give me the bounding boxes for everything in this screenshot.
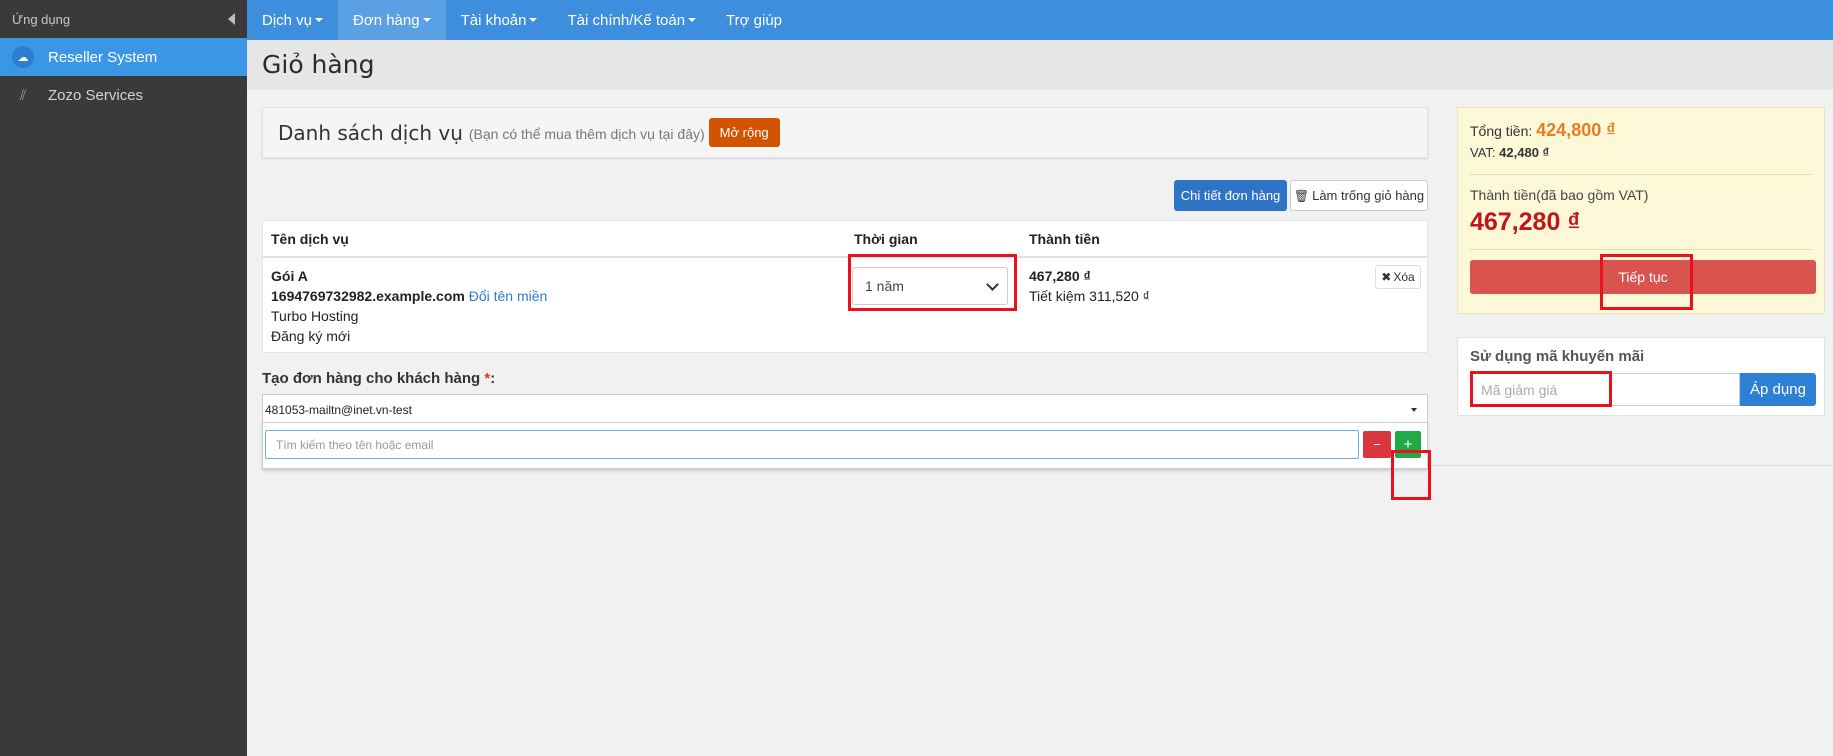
promo-title: Sử dụng mã khuyến mãi <box>1470 348 1645 365</box>
total-label: Tổng tiền: <box>1470 123 1533 139</box>
apply-promo-button[interactable]: Áp dụng <box>1740 373 1816 406</box>
nav-label: Dịch vụ <box>262 11 313 29</box>
header-service-name: Tên dịch vụ <box>271 231 349 247</box>
sidebar-item-reseller-system[interactable]: ☁ Reseller System <box>0 38 247 76</box>
summary-divider <box>1470 249 1812 250</box>
item-price: 467,280 ₫ <box>1029 268 1091 284</box>
header-amount: Thành tiền <box>1029 231 1100 247</box>
vat-label: VAT: <box>1470 145 1496 160</box>
sidebar: Ứng dụng ☁ Reseller System ⫽ Zozo Servic… <box>0 0 247 756</box>
cloud-icon: ☁ <box>12 46 34 68</box>
item-savings: Tiết kiệm 311,520 ₫ <box>1029 288 1150 304</box>
empty-cart-button[interactable]: 🗑 Làm trống giỏ hàng <box>1290 180 1428 211</box>
vat-row: VAT: 42,480 ₫ <box>1470 145 1549 160</box>
order-detail-button[interactable]: Chi tiết đơn hàng <box>1174 180 1287 211</box>
label-colon: : <box>490 370 496 387</box>
customer-select[interactable]: 481053-mailtn@inet.vn-test <box>262 394 1428 422</box>
divider-line <box>1430 465 1833 466</box>
services-title: Danh sách dịch vụ <box>278 120 463 145</box>
caret-down-icon <box>529 18 538 22</box>
cart-table: Tên dịch vụ Thời gian Thành tiền Gói A 1… <box>262 220 1428 353</box>
table-header: Tên dịch vụ Thời gian Thành tiền <box>263 221 1427 258</box>
total-row: Tổng tiền: 424,800 ₫ <box>1470 120 1615 141</box>
header-period: Thời gian <box>854 231 918 247</box>
remove-item-button[interactable]: ✖ Xóa <box>1375 265 1421 289</box>
nav-help[interactable]: Trợ giúp <box>711 0 797 40</box>
services-subtitle: (Bạn có thể mua thêm dịch vụ tại đây) <box>468 126 705 142</box>
nav-services[interactable]: Dịch vụ <box>247 0 338 40</box>
final-label: Thành tiền(đã bao gồm VAT) <box>1470 187 1649 203</box>
trash-icon: 🗑 <box>1293 188 1310 203</box>
promo-code-input[interactable] <box>1470 373 1740 406</box>
package-name: Gói A <box>271 268 308 284</box>
services-panel: Danh sách dịch vụ (Bạn có thể mua thêm d… <box>262 107 1428 158</box>
sidebar-item-label: Zozo Services <box>48 86 144 104</box>
nav-label: Trợ giúp <box>726 11 783 29</box>
order-summary: Tổng tiền: 424,800 ₫ VAT: 42,480 ₫ Thành… <box>1457 107 1825 314</box>
page-title: Giỏ hàng <box>262 50 375 79</box>
customer-selected-value: 481053-mailtn@inet.vn-test <box>265 403 412 417</box>
final-value: 467,280 ₫ <box>1470 208 1581 236</box>
nav-label: Đơn hàng <box>353 11 420 29</box>
caret-down-icon <box>422 18 431 22</box>
domain-line: 1694769732982.example.com Đổi tên miền <box>271 286 547 306</box>
remove-label: Xóa <box>1393 270 1415 284</box>
remove-customer-button[interactable]: − <box>1363 431 1391 458</box>
summary-divider <box>1470 174 1812 175</box>
nav-orders[interactable]: Đơn hàng <box>338 0 446 40</box>
promo-panel: Sử dụng mã khuyến mãi Áp dụng <box>1457 337 1825 416</box>
add-customer-button[interactable]: + <box>1395 431 1421 458</box>
nav-account[interactable]: Tài khoản <box>446 0 553 40</box>
customer-label-text: Tạo đơn hàng cho khách hàng <box>262 370 481 387</box>
collapse-icon[interactable] <box>228 13 235 25</box>
caret-down-icon <box>688 18 697 22</box>
period-select[interactable]: 1 năm <box>852 267 1008 305</box>
sidebar-title: Ứng dụng <box>12 11 71 27</box>
title-bar: Giỏ hàng <box>247 40 1833 90</box>
expand-button[interactable]: Mở rộng <box>708 118 780 147</box>
top-nav: Dịch vụ Đơn hàng Tài khoản Tài chính/Kế … <box>247 0 1833 40</box>
product-name: Turbo Hosting <box>271 308 359 324</box>
sidebar-header: Ứng dụng <box>0 0 247 38</box>
rename-domain-link[interactable]: Đổi tên miền <box>469 288 548 304</box>
caret-down-icon <box>1411 408 1417 412</box>
domain-name: 1694769732982.example.com <box>271 288 465 304</box>
close-icon: ✖ <box>1381 270 1392 284</box>
registration-type: Đăng ký mới <box>271 328 351 344</box>
chevron-down-icon <box>986 278 999 291</box>
zozo-icon: ⫽ <box>19 86 27 103</box>
sidebar-item-label: Reseller System <box>48 48 158 66</box>
total-value: 424,800 ₫ <box>1536 120 1616 140</box>
caret-down-icon <box>315 18 324 22</box>
empty-cart-label: Làm trống giỏ hàng <box>1312 188 1425 203</box>
vat-value: 42,480 ₫ <box>1499 145 1550 160</box>
customer-search-input[interactable] <box>265 430 1359 459</box>
continue-button[interactable]: Tiếp tục <box>1470 260 1816 294</box>
sidebar-item-zozo-services[interactable]: ⫽ Zozo Services <box>0 76 247 114</box>
customer-label: Tạo đơn hàng cho khách hàng *: <box>262 370 495 387</box>
customer-dropdown: − + <box>262 422 1428 469</box>
nav-label: Tài chính/Kế toán <box>567 11 686 29</box>
period-value: 1 năm <box>865 278 904 294</box>
nav-label: Tài khoản <box>460 11 527 29</box>
nav-finance[interactable]: Tài chính/Kế toán <box>552 0 711 40</box>
